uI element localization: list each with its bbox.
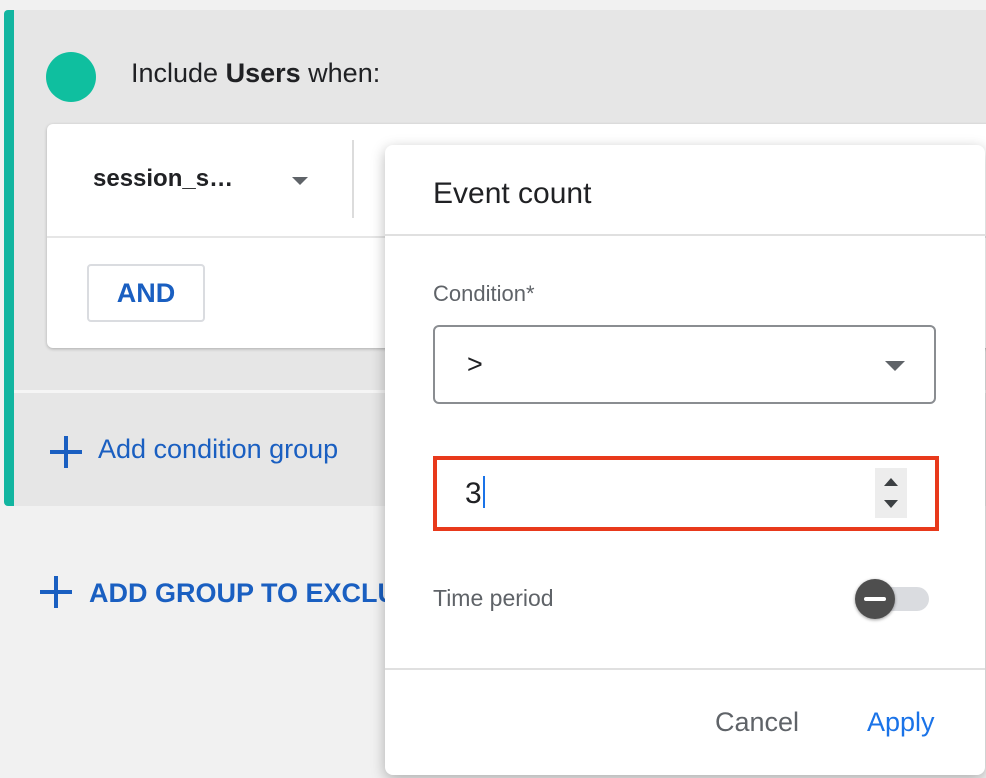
include-prefix: Include xyxy=(131,58,219,88)
dialog-title: Event count xyxy=(433,177,592,210)
and-button[interactable]: AND xyxy=(87,264,205,322)
add-group-to-exclude-button[interactable]: ADD GROUP TO EXCLU xyxy=(89,578,397,609)
stepper-up-icon[interactable] xyxy=(884,478,898,486)
include-suffix: when: xyxy=(308,58,381,88)
event-count-dialog: Event count Condition* > 3 Time period C… xyxy=(385,145,985,775)
include-heading: Include Users when: xyxy=(131,58,380,89)
time-period-label: Time period xyxy=(433,585,554,611)
apply-button[interactable]: Apply xyxy=(867,707,935,738)
stepper-down-icon[interactable] xyxy=(884,500,898,508)
dialog-header-divider xyxy=(385,234,985,236)
condition-operator-value: > xyxy=(467,349,483,379)
group-accent-bar xyxy=(4,10,14,506)
text-cursor xyxy=(482,476,485,508)
chevron-down-icon[interactable] xyxy=(885,361,905,371)
time-period-toggle[interactable] xyxy=(855,579,895,619)
dimension-select[interactable]: session_s… xyxy=(93,165,233,193)
condition-operator-select[interactable]: > xyxy=(433,325,936,404)
group-status-dot xyxy=(46,52,96,102)
dimension-chevron-down-icon[interactable] xyxy=(292,177,308,185)
add-exclude-plus-icon[interactable] xyxy=(40,576,72,608)
card-divider xyxy=(352,140,354,218)
add-condition-plus-icon[interactable] xyxy=(50,436,82,468)
event-count-input[interactable]: 3 xyxy=(433,456,939,531)
event-count-value: 3 xyxy=(465,477,482,510)
number-stepper[interactable] xyxy=(875,468,907,518)
condition-label: Condition* xyxy=(433,281,535,306)
dialog-footer-divider xyxy=(385,668,985,670)
add-condition-group-button[interactable]: Add condition group xyxy=(98,434,338,465)
cancel-button[interactable]: Cancel xyxy=(715,707,799,738)
include-entity: Users xyxy=(225,58,301,88)
